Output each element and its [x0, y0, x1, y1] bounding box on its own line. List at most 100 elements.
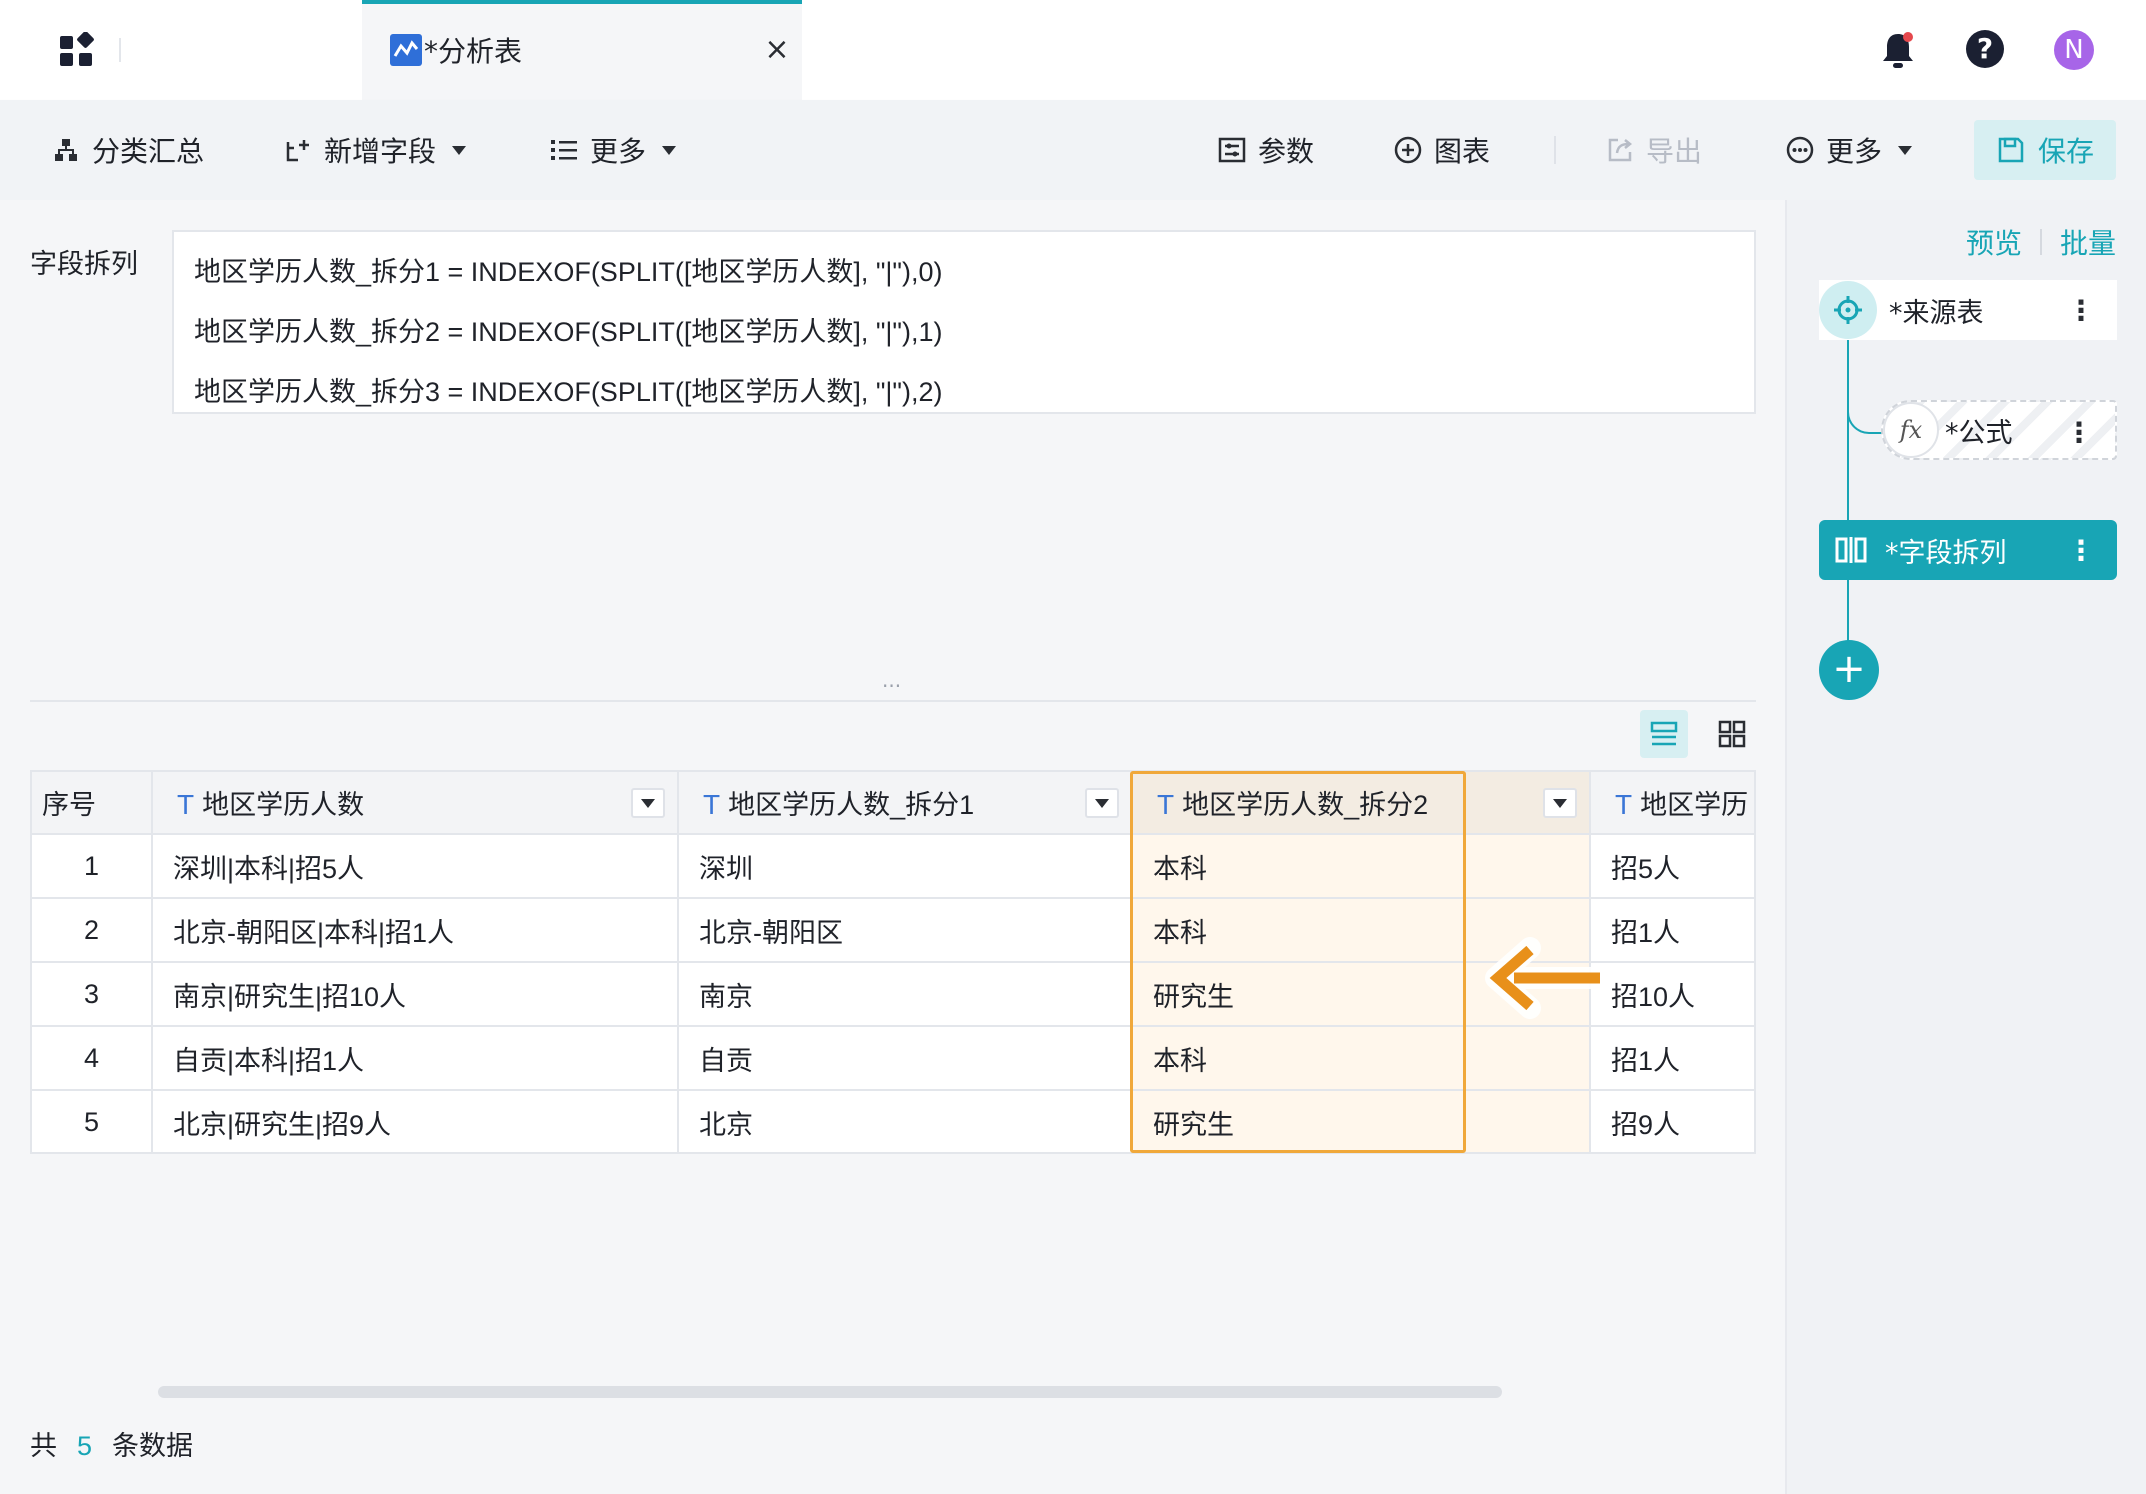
column-header[interactable]: T 地区学历人数_拆分1 [678, 772, 1133, 835]
table-header-row: 序号 T 地区学历人数 T 地区学历人数_拆分1 T 地区学历人数_拆分2 T 地区学历 [32, 772, 1754, 835]
plus-circle-icon [1392, 134, 1424, 166]
apps-icon[interactable] [58, 32, 94, 68]
column-header[interactable]: T 地区学历人数_拆分2 [1132, 772, 1591, 835]
table-cell[interactable]: 南京|研究生|招10人 [152, 962, 679, 1027]
formula-editor[interactable]: 地区学历人数_拆分1 = INDEXOF(SPLIT([地区学历人数], "|"… [172, 230, 1756, 414]
preview-link[interactable]: 预览 [1966, 222, 2022, 262]
table-row[interactable]: 4 自贡|本科|招1人 自贡 本科 招1人 [32, 1026, 1754, 1091]
arrow-left-icon [1485, 937, 1604, 1019]
table-cell[interactable]: 自贡 [678, 1026, 1133, 1091]
chart-label: 图表 [1434, 135, 1491, 168]
formula-line: 地区学历人数_拆分2 = INDEXOF(SPLIT([地区学历人数], "|"… [194, 317, 943, 347]
horizontal-scrollbar[interactable] [158, 1386, 1502, 1398]
group-summary-button[interactable]: 分类汇总 [50, 130, 204, 170]
table-cell[interactable]: 招10人 [1590, 962, 1754, 1027]
table-cell[interactable]: 深圳|本科|招5人 [152, 834, 679, 899]
row-view-button[interactable] [1640, 710, 1688, 758]
bell-icon[interactable] [1880, 30, 1916, 70]
table-row[interactable]: 1 深圳|本科|招5人 深圳 本科 招5人 [32, 834, 1754, 899]
table-cell-index: 4 [32, 1026, 153, 1091]
grid-view-icon [1718, 720, 1746, 748]
more-vertical-icon[interactable]: ⋮ [2067, 534, 2095, 567]
export-label: 导出 [1646, 135, 1703, 168]
chevron-down-icon [1095, 798, 1109, 808]
table-cell[interactable]: 招1人 [1590, 898, 1754, 963]
table-cell[interactable]: 北京-朝阳区|本科|招1人 [152, 898, 679, 963]
table-cell-index: 1 [32, 834, 153, 899]
params-label: 参数 [1258, 135, 1315, 168]
export-icon [1604, 134, 1636, 166]
table-cell[interactable]: 南京 [678, 962, 1133, 1027]
record-count: 共 5 条数据 [30, 1424, 193, 1463]
column-header[interactable]: T 地区学历人数 [152, 772, 679, 835]
add-node-button[interactable]: + [1819, 640, 1879, 700]
resize-handle[interactable]: ... [882, 668, 901, 692]
tab-analysis[interactable]: *分析表 × [362, 0, 802, 100]
table-cell[interactable]: 自贡|本科|招1人 [152, 1026, 679, 1091]
list-icon [548, 134, 580, 166]
table-cell[interactable]: 本科 [1132, 1026, 1591, 1091]
table-cell[interactable]: 招1人 [1590, 1026, 1754, 1091]
target-icon [1819, 281, 1877, 339]
more-vertical-icon[interactable]: ⋮ [2067, 294, 2095, 327]
flow-node-label: *公式 [1945, 417, 2013, 449]
avatar[interactable]: N [2054, 30, 2094, 70]
export-button[interactable]: 导出 [1604, 130, 1702, 170]
params-icon [1216, 134, 1248, 166]
more-left-button[interactable]: 更多 [548, 130, 677, 170]
table-cell[interactable]: 北京|研究生|招9人 [152, 1090, 679, 1152]
table-cell-index: 5 [32, 1090, 153, 1152]
toolbar-divider [1554, 136, 1556, 164]
formula-line: 地区学历人数_拆分3 = INDEXOF(SPLIT([地区学历人数], "|"… [194, 377, 943, 407]
table-cell[interactable]: 研究生 [1132, 1090, 1591, 1152]
more-right-label: 更多 [1826, 135, 1883, 168]
help-icon[interactable]: ? [1966, 30, 2004, 68]
save-icon [1998, 137, 2024, 163]
divider [30, 700, 1756, 702]
save-button[interactable]: 保存 [1974, 120, 2116, 180]
flow-node-source[interactable]: *来源表 ⋮ [1819, 280, 2117, 340]
table-cell[interactable]: 北京-朝阳区 [678, 898, 1133, 963]
divider [2039, 229, 2042, 255]
chevron-down-icon [662, 145, 677, 155]
toolbar: 分类汇总 新增字段 更多 参数 图表 导出 更多 保存 [0, 100, 2146, 200]
column-header-label: 地区学历人数_拆分2 [1182, 790, 1429, 820]
formula-icon: fx [1883, 402, 1939, 458]
formula-section-label: 字段拆列 [30, 249, 138, 280]
flow-node-label: *来源表 [1889, 297, 1984, 329]
table-cell[interactable]: 深圳 [678, 834, 1133, 899]
grid-view-button[interactable] [1708, 710, 1756, 758]
more-right-button[interactable]: 更多 [1784, 130, 1913, 170]
add-field-icon [282, 134, 314, 166]
top-tab-bar: *分析表 × ? N [0, 0, 2146, 100]
table-row[interactable]: 5 北京|研究生|招9人 北京 研究生 招9人 [32, 1090, 1754, 1152]
tree-icon [50, 134, 82, 166]
flow-node-formula[interactable]: fx *公式 ⋮ [1881, 400, 2117, 460]
record-count-prefix: 共 [30, 1431, 57, 1461]
formula-line: 地区学历人数_拆分1 = INDEXOF(SPLIT([地区学历人数], "|"… [194, 257, 943, 287]
table-cell[interactable]: 本科 [1132, 834, 1591, 899]
text-type-icon: T [1157, 789, 1175, 820]
add-field-button[interactable]: 新增字段 [282, 130, 467, 170]
flow-node-split-column[interactable]: *字段拆列 ⋮ [1819, 520, 2117, 580]
record-count-value: 5 [77, 1431, 93, 1461]
row-view-icon [1650, 721, 1678, 746]
add-field-label: 新增字段 [324, 135, 437, 168]
panel-links: 预览 批量 [1966, 222, 2116, 262]
column-filter-button[interactable] [1085, 788, 1119, 818]
more-left-label: 更多 [590, 135, 647, 168]
column-header[interactable]: T 地区学历 [1590, 772, 1754, 835]
chevron-down-icon [1553, 798, 1567, 808]
params-button[interactable]: 参数 [1216, 130, 1314, 170]
table-cell[interactable]: 北京 [678, 1090, 1133, 1152]
more-vertical-icon[interactable]: ⋮ [2065, 416, 2093, 449]
close-icon[interactable]: × [762, 32, 792, 68]
column-filter-button[interactable] [631, 788, 665, 818]
split-column-icon [1835, 537, 1867, 563]
chart-button[interactable]: 图表 [1392, 130, 1490, 170]
table-cell[interactable]: 招9人 [1590, 1090, 1754, 1152]
column-filter-button[interactable] [1543, 788, 1577, 818]
batch-link[interactable]: 批量 [2060, 222, 2116, 262]
table-cell[interactable]: 招5人 [1590, 834, 1754, 899]
column-header-label: 地区学历人数 [202, 790, 365, 820]
